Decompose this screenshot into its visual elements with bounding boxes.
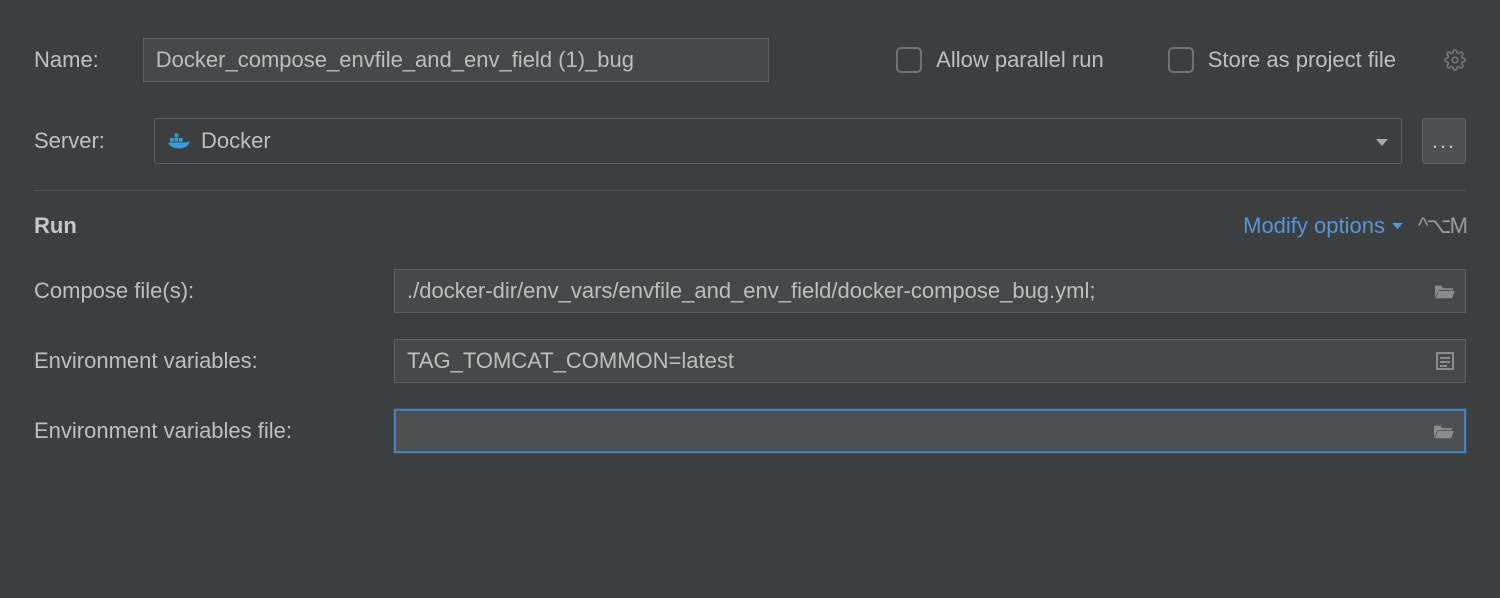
server-select[interactable]: Docker: [154, 118, 1402, 164]
run-title: Run: [34, 213, 77, 239]
env-vars-value: TAG_TOMCAT_COMMON=latest: [407, 348, 1425, 374]
name-row: Name: Allow parallel run Store as projec…: [34, 38, 1466, 82]
allow-parallel-run-checkbox[interactable]: Allow parallel run: [896, 47, 1104, 73]
env-vars-file-input[interactable]: [394, 409, 1466, 453]
store-project-file-checkbox[interactable]: Store as project file: [1168, 47, 1396, 73]
env-vars-label: Environment variables:: [34, 348, 394, 374]
checkbox-icon: [896, 47, 922, 73]
section-divider: [34, 190, 1466, 191]
docker-icon: [167, 131, 191, 151]
store-project-label: Store as project file: [1208, 47, 1396, 73]
ellipsis-icon: ...: [1432, 128, 1456, 154]
env-vars-input[interactable]: TAG_TOMCAT_COMMON=latest: [394, 339, 1466, 383]
folder-open-icon[interactable]: [1432, 422, 1454, 440]
server-row: Server: Docker ...: [34, 118, 1466, 164]
server-browse-button[interactable]: ...: [1422, 118, 1466, 164]
modify-options-shortcut: ^⌥M: [1418, 213, 1466, 239]
env-vars-file-label: Environment variables file:: [34, 418, 394, 444]
compose-files-value: ./docker-dir/env_vars/envfile_and_env_fi…: [407, 278, 1423, 304]
folder-open-icon[interactable]: [1433, 282, 1455, 300]
run-config-panel: Name: Allow parallel run Store as projec…: [0, 0, 1500, 453]
name-input[interactable]: [143, 38, 769, 82]
compose-files-label: Compose file(s):: [34, 278, 394, 304]
list-icon[interactable]: [1435, 351, 1455, 371]
env-vars-row: Environment variables: TAG_TOMCAT_COMMON…: [34, 339, 1466, 383]
modify-options-label: Modify options: [1243, 213, 1385, 239]
env-vars-file-row: Environment variables file:: [34, 409, 1466, 453]
server-value: Docker: [201, 128, 271, 154]
compose-files-row: Compose file(s): ./docker-dir/env_vars/e…: [34, 269, 1466, 313]
server-label: Server:: [34, 128, 134, 154]
chevron-down-icon: [1375, 128, 1389, 154]
run-section-header: Run Modify options ^⌥M: [34, 213, 1466, 239]
name-label: Name:: [34, 47, 99, 73]
compose-files-input[interactable]: ./docker-dir/env_vars/envfile_and_env_fi…: [394, 269, 1466, 313]
gear-icon[interactable]: [1444, 49, 1466, 71]
chevron-down-icon: [1391, 222, 1404, 231]
checkbox-icon: [1168, 47, 1194, 73]
modify-options-link[interactable]: Modify options: [1243, 213, 1404, 239]
allow-parallel-label: Allow parallel run: [936, 47, 1104, 73]
